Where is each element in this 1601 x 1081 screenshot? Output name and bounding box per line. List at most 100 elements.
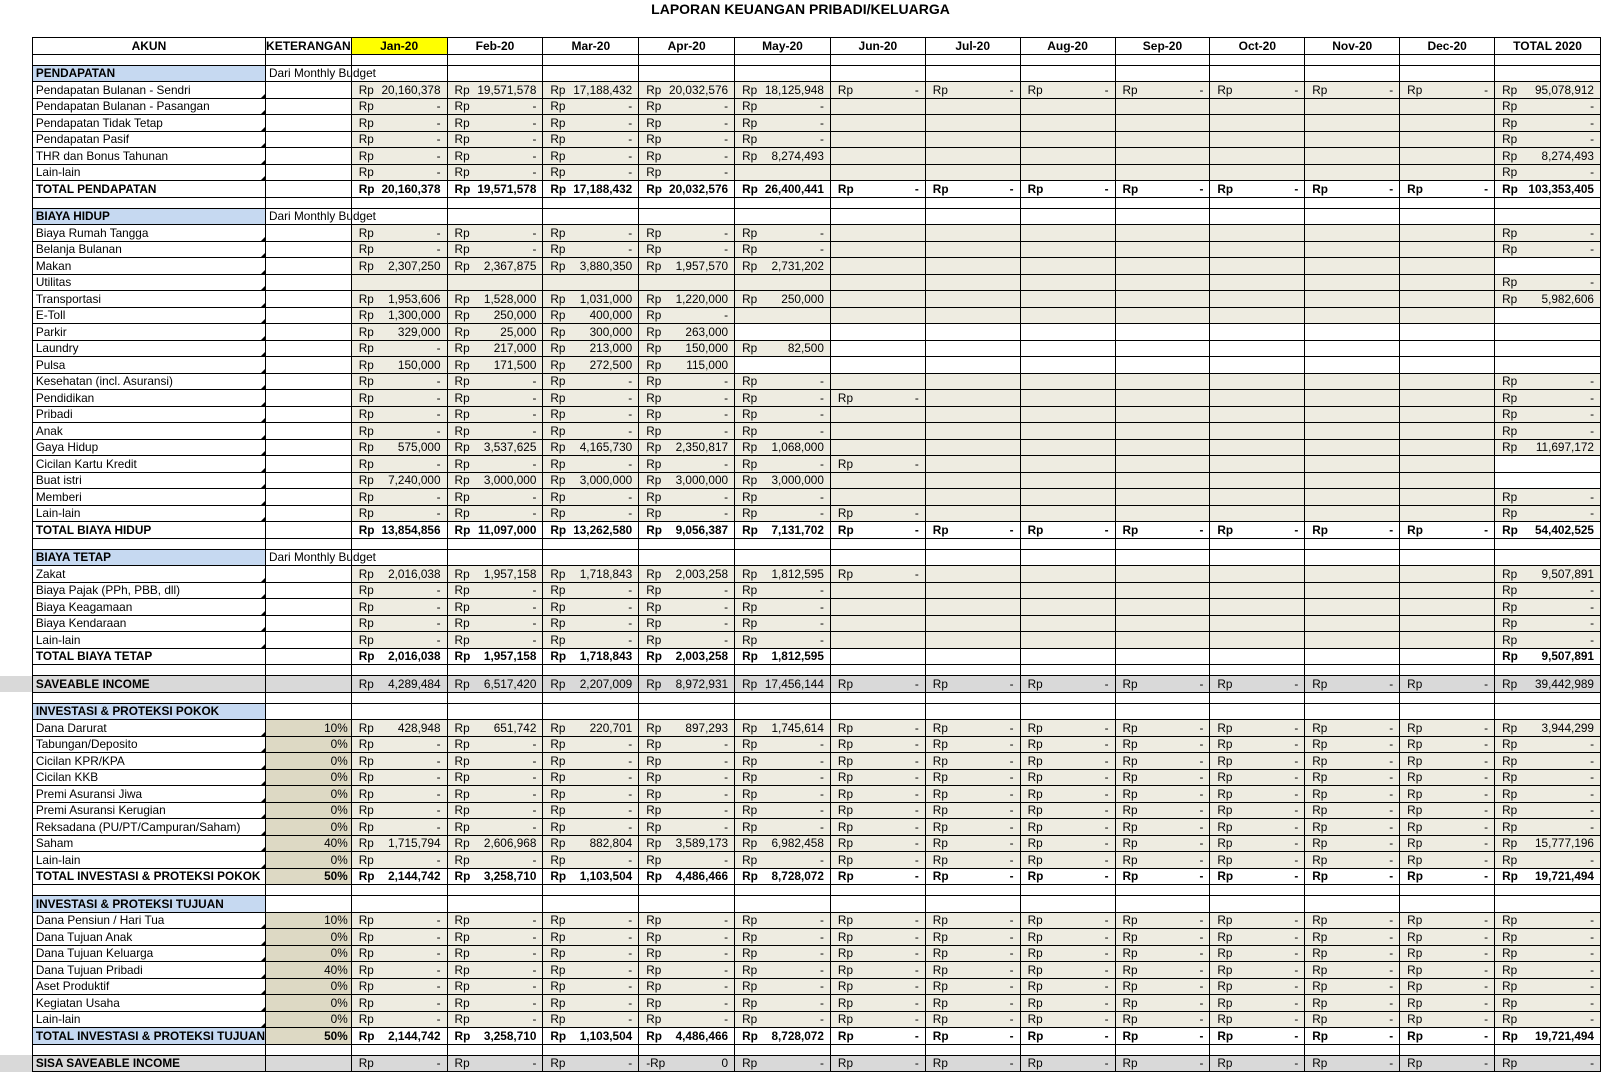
month-value-cell[interactable] <box>924 356 1021 374</box>
month-value-cell[interactable]: Rp - <box>638 224 736 242</box>
month-value-cell[interactable] <box>924 339 1021 357</box>
month-value-cell[interactable]: Rp 3,000,000 <box>542 471 640 489</box>
account-label[interactable]: TOTAL BIAYA HIDUP <box>31 521 267 539</box>
account-label[interactable]: Dana Darurat <box>31 719 267 737</box>
account-label[interactable]: Dana Tujuan Pribadi <box>31 961 267 979</box>
empty-cell[interactable] <box>1114 691 1211 704</box>
account-label[interactable]: Memberi <box>31 488 267 506</box>
month-value-cell[interactable] <box>1019 471 1116 489</box>
empty-cell[interactable] <box>1019 702 1116 720</box>
empty-cell[interactable] <box>1399 1043 1496 1056</box>
month-value-cell[interactable]: Rp 882,804 <box>542 834 640 852</box>
month-value-cell[interactable]: Rp - <box>638 928 736 946</box>
month-value-cell[interactable] <box>1399 504 1496 522</box>
empty-cell[interactable] <box>446 691 544 704</box>
account-label[interactable]: Dana Tujuan Anak <box>31 928 267 946</box>
month-value-cell[interactable]: Rp - <box>350 422 448 440</box>
month-value-cell[interactable]: Rp - <box>734 994 831 1012</box>
month-value-cell[interactable]: Rp - <box>638 372 736 390</box>
month-value-cell[interactable]: Rp - <box>1304 785 1401 803</box>
month-value-cell[interactable]: Rp - <box>638 851 736 869</box>
percent-cell[interactable]: 0% <box>265 994 352 1012</box>
month-value-cell[interactable]: Rp - <box>1209 801 1306 819</box>
month-value-cell[interactable]: Rp - <box>638 163 736 181</box>
month-value-cell[interactable]: Rp - <box>1019 768 1116 786</box>
month-value-cell[interactable] <box>1209 273 1306 291</box>
month-value-cell[interactable]: Rp 8,274,493 <box>734 147 831 165</box>
month-value-cell[interactable]: Rp - <box>638 306 736 324</box>
account-label[interactable]: SAVEABLE INCOME <box>31 675 267 693</box>
month-value-cell[interactable]: Rp - <box>350 911 448 929</box>
month-value-cell[interactable]: Rp - <box>446 851 544 869</box>
month-value-cell[interactable] <box>924 273 1021 291</box>
month-value-cell[interactable]: Rp - <box>1399 911 1496 929</box>
month-value-cell[interactable]: Rp - <box>350 455 448 473</box>
total-value-cell[interactable]: Rp - <box>1494 801 1601 819</box>
empty-cell[interactable] <box>1114 64 1211 82</box>
month-value-cell[interactable]: Rp - <box>446 735 544 753</box>
month-value-cell[interactable]: Rp - <box>1304 818 1401 836</box>
empty-cell[interactable] <box>638 691 736 704</box>
empty-cell[interactable] <box>1209 1043 1306 1056</box>
account-label[interactable]: Saham <box>31 834 267 852</box>
percent-cell[interactable] <box>265 290 352 308</box>
month-value-cell[interactable]: Rp - <box>350 977 448 995</box>
month-value-cell[interactable] <box>924 372 1021 390</box>
month-value-cell[interactable] <box>1114 163 1211 181</box>
month-value-cell[interactable]: Rp - <box>734 851 831 869</box>
account-label[interactable]: Premi Asuransi Jiwa <box>31 785 267 803</box>
month-value-cell[interactable]: Rp - <box>1019 867 1116 885</box>
month-value-cell[interactable]: Rp 6,517,420 <box>446 675 544 693</box>
empty-cell[interactable] <box>1209 664 1306 676</box>
month-value-cell[interactable]: Rp - <box>542 768 640 786</box>
empty-cell[interactable] <box>1209 702 1306 720</box>
month-value-cell[interactable] <box>1019 147 1116 165</box>
month-value-cell[interactable]: Rp - <box>1399 944 1496 962</box>
month-value-cell[interactable]: Rp - <box>1019 944 1116 962</box>
month-value-cell[interactable]: Rp 2,606,968 <box>446 834 544 852</box>
month-value-cell[interactable]: Rp - <box>350 581 448 599</box>
month-value-cell[interactable] <box>1399 130 1496 148</box>
empty-cell[interactable] <box>1304 884 1401 896</box>
total-value-cell[interactable]: Rp - <box>1494 273 1601 291</box>
month-value-cell[interactable]: Rp - <box>446 928 544 946</box>
month-value-cell[interactable] <box>1399 631 1496 649</box>
month-value-cell[interactable] <box>1304 422 1401 440</box>
month-value-cell[interactable] <box>924 290 1021 308</box>
month-value-cell[interactable]: Rp - <box>734 818 831 836</box>
month-value-cell[interactable]: Rp - <box>1304 675 1401 693</box>
month-value-cell[interactable]: Rp - <box>734 785 831 803</box>
month-value-cell[interactable]: Rp - <box>1114 834 1211 852</box>
empty-cell[interactable] <box>924 691 1021 704</box>
account-label[interactable]: Lain-lain <box>31 631 267 649</box>
month-value-cell[interactable] <box>1114 488 1211 506</box>
percent-cell[interactable] <box>265 372 352 390</box>
percent-cell[interactable]: 50% <box>265 1027 352 1045</box>
empty-cell[interactable] <box>446 207 544 225</box>
empty-cell[interactable] <box>829 1043 926 1056</box>
empty-cell[interactable] <box>638 207 736 225</box>
percent-cell[interactable]: 0% <box>265 818 352 836</box>
month-value-cell[interactable]: Rp - <box>542 851 640 869</box>
month-value-cell[interactable]: Rp 4,165,730 <box>542 438 640 456</box>
month-value-cell[interactable]: Rp 11,097,000 <box>446 521 544 539</box>
month-value-cell[interactable] <box>924 647 1021 665</box>
empty-cell[interactable] <box>446 884 544 896</box>
total-value-cell[interactable]: Rp 39,442,989 <box>1494 675 1601 693</box>
month-value-cell[interactable]: Rp 17,188,432 <box>542 81 640 99</box>
month-value-cell[interactable]: Rp 428,948 <box>350 719 448 737</box>
month-value-cell[interactable] <box>829 581 926 599</box>
empty-cell[interactable] <box>638 196 736 209</box>
account-label[interactable]: SISA SAVEABLE INCOME <box>31 1054 267 1072</box>
month-value-cell[interactable]: Rp - <box>446 504 544 522</box>
month-value-cell[interactable]: Rp - <box>542 389 640 407</box>
account-label[interactable]: Gaya Hidup <box>31 438 267 456</box>
month-value-cell[interactable] <box>924 581 1021 599</box>
empty-cell[interactable] <box>1494 702 1601 720</box>
month-value-cell[interactable]: Rp - <box>1019 1010 1116 1028</box>
column-header[interactable]: AKUN <box>31 37 267 55</box>
total-value-cell[interactable]: Rp - <box>1494 581 1601 599</box>
percent-cell[interactable] <box>265 257 352 275</box>
month-value-cell[interactable]: Rp 2,016,038 <box>350 565 448 583</box>
month-value-cell[interactable] <box>924 565 1021 583</box>
